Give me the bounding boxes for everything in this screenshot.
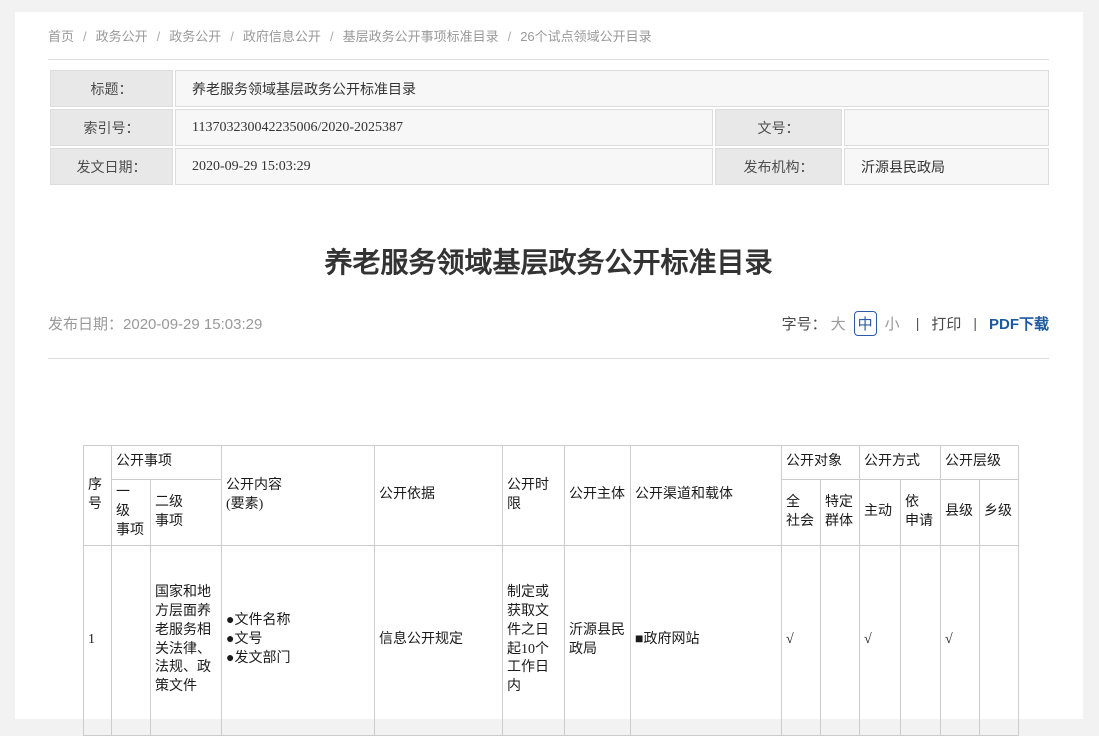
header-level1: 一 级 事项	[112, 480, 151, 546]
meta-title-label: 标题：	[50, 70, 173, 107]
breadcrumb: 首页 / 政务公开 / 政务公开 / 政府信息公开 / 基层政务公开事项标准目录 / 26个试点领域…	[48, 12, 1049, 47]
meta-row-index: 索引号： 113703230042235006/2020-2025387 文号：	[50, 109, 1049, 146]
breadcrumb-separator: /	[330, 29, 334, 44]
font-size-label: 字号：	[782, 313, 827, 334]
cell-target-all: √	[782, 546, 821, 736]
toolbar-separator: |	[916, 315, 920, 331]
meta-docnum-label: 文号：	[715, 109, 842, 146]
cell-method-active: √	[860, 546, 901, 736]
header-open-items: 公开事项	[112, 446, 222, 480]
breadcrumb-separator: /	[230, 29, 234, 44]
meta-row-title: 标题： 养老服务领域基层政务公开标准目录	[50, 70, 1049, 107]
breadcrumb-separator: /	[508, 29, 512, 44]
cell-content: ●文件名称 ●文号 ●发文部门	[222, 546, 375, 736]
publish-date-label: 发布日期：	[48, 316, 123, 333]
font-small-button[interactable]: 小	[885, 313, 900, 334]
print-button[interactable]: 打印	[931, 313, 961, 334]
page-title: 养老服务领域基层政务公开标准目录	[48, 245, 1049, 281]
font-large-button[interactable]: 大	[831, 313, 846, 334]
header-seq: 序 号	[84, 446, 112, 546]
table-header-row-1: 序 号 公开事项 公开内容 (要素) 公开依据 公开时 限 公开主体 公开渠道和…	[84, 446, 1019, 480]
cell-subject: 沂源县民政局	[565, 546, 631, 736]
content-area: 首页 / 政务公开 / 政务公开 / 政府信息公开 / 基层政务公开事项标准目录 / 26个试点领域…	[15, 12, 1083, 736]
meta-index-value: 113703230042235006/2020-2025387	[175, 109, 713, 146]
header-target: 公开对象	[782, 446, 860, 480]
font-medium-button[interactable]: 中	[854, 311, 877, 336]
meta-row-date: 发文日期： 2020-09-29 15:03:29 发布机构： 沂源县民政局	[50, 148, 1049, 185]
meta-index-label: 索引号：	[50, 109, 173, 146]
meta-org-label: 发布机构：	[715, 148, 842, 185]
header-channel: 公开渠道和载体	[631, 446, 782, 546]
cell-time-limit: 制定或获取文件之日起10个工作日内	[503, 546, 565, 736]
header-method: 公开方式	[860, 446, 941, 480]
breadcrumb-separator: /	[83, 29, 87, 44]
breadcrumb-item-3[interactable]: 政府信息公开	[243, 29, 321, 44]
header-method-active: 主动	[860, 480, 901, 546]
cell-method-request	[901, 546, 941, 736]
cell-seq: 1	[84, 546, 112, 736]
meta-title-value: 养老服务领域基层政务公开标准目录	[175, 70, 1049, 107]
header-method-request: 依 申请	[901, 480, 941, 546]
header-level2: 二级 事项	[151, 480, 222, 546]
header-target-all: 全 社会	[782, 480, 821, 546]
breadcrumb-separator: /	[157, 29, 161, 44]
publish-date-value: 2020-09-29 15:03:29	[123, 316, 262, 333]
breadcrumb-item-4[interactable]: 基层政务公开事项标准目录	[343, 29, 499, 44]
breadcrumb-item-1[interactable]: 政务公开	[96, 29, 148, 44]
meta-date-value: 2020-09-29 15:03:29	[175, 148, 713, 185]
breadcrumb-home[interactable]: 首页	[48, 29, 74, 44]
article-toolbar: 发布日期：2020-09-29 15:03:29 字号： 大 中 小 | 打印 …	[48, 311, 1049, 335]
toolbar-separator: |	[973, 315, 977, 331]
document-meta-table: 标题： 养老服务领域基层政务公开标准目录 索引号： 11370323004223…	[48, 68, 1051, 187]
meta-org-value: 沂源县民政局	[844, 148, 1049, 185]
breadcrumb-divider	[48, 59, 1049, 60]
header-content: 公开内容 (要素)	[222, 446, 375, 546]
breadcrumb-item-5[interactable]: 26个试点领域公开目录	[520, 29, 651, 44]
header-target-specific: 特定 群体	[821, 480, 860, 546]
publish-date: 发布日期：2020-09-29 15:03:29	[48, 313, 262, 334]
header-basis: 公开依据	[375, 446, 503, 546]
content-card: 首页 / 政务公开 / 政务公开 / 政府信息公开 / 基层政务公开事项标准目录 / 26个试点领域…	[15, 12, 1083, 719]
cell-township	[980, 546, 1019, 736]
cell-channel: ■政府网站	[631, 546, 782, 736]
header-township: 乡级	[980, 480, 1019, 546]
header-level: 公开层级	[941, 446, 1019, 480]
cell-basis: 信息公开规定	[375, 546, 503, 736]
pdf-download-link[interactable]: PDF下载	[989, 313, 1049, 334]
cell-level2: 国家和地方层面养老服务相关法律、法规、政策文件	[151, 546, 222, 736]
meta-docnum-value	[844, 109, 1049, 146]
cell-target-specific	[821, 546, 860, 736]
header-county: 县级	[941, 480, 980, 546]
disclosure-standards-table: 序 号 公开事项 公开内容 (要素) 公开依据 公开时 限 公开主体 公开渠道和…	[83, 445, 1019, 736]
article-divider	[48, 358, 1049, 359]
header-subject: 公开主体	[565, 446, 631, 546]
font-size-tools: 字号： 大 中 小 | 打印 | PDF下载	[782, 311, 1049, 336]
cell-level1	[112, 546, 151, 736]
breadcrumb-item-2[interactable]: 政务公开	[169, 29, 221, 44]
table-row: 1 国家和地方层面养老服务相关法律、法规、政策文件 ●文件名称 ●文号 ●发文部…	[84, 546, 1019, 736]
meta-date-label: 发文日期：	[50, 148, 173, 185]
header-time-limit: 公开时 限	[503, 446, 565, 546]
cell-county: √	[941, 546, 980, 736]
